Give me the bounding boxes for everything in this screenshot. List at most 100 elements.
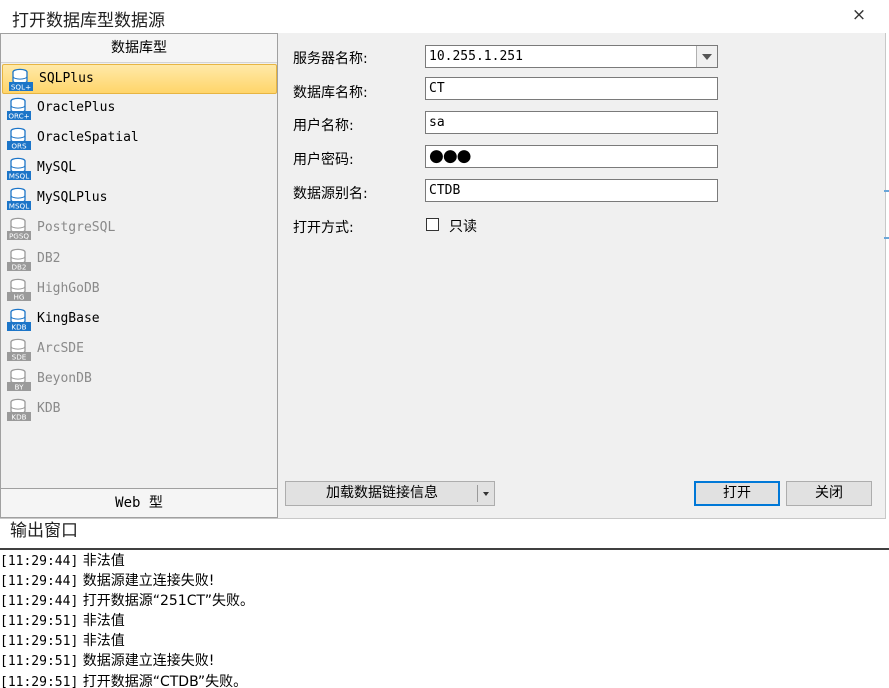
- log-timestamp: [11:29:51]: [0, 614, 79, 630]
- database-icon-text: KDB: [11, 412, 26, 421]
- database-type-item[interactable]: MSQL MySQL: [1, 154, 277, 184]
- database-type-header[interactable]: 数据库型: [1, 34, 277, 63]
- log-message: 数据源建立连接失败!: [78, 653, 215, 670]
- database-icon: KDB: [7, 398, 31, 421]
- readonly-checkbox[interactable]: [426, 218, 439, 231]
- log-line: [11:29:51] 打开数据源“CTDB”失败。: [0, 672, 889, 688]
- database-icon-text: DB2: [11, 262, 26, 271]
- database-type-list: SQL+ SQLPlus ORC+ OraclePlus ORS OracleSpatia…: [1, 64, 277, 425]
- database-type-label: SQLPlus: [39, 71, 94, 86]
- database-type-label: HighGoDB: [37, 280, 100, 296]
- database-icon-text: PGSQ: [9, 232, 29, 241]
- database-icon-text: SQL+: [11, 82, 31, 91]
- database-icon-text: HG: [14, 292, 25, 301]
- datasource-alias-input[interactable]: CTDB: [425, 179, 718, 202]
- password-label: 用户密码:: [293, 152, 354, 168]
- dropdown-arrow-icon[interactable]: [483, 492, 489, 496]
- database-type-item[interactable]: KDB KDB: [1, 395, 277, 425]
- database-type-item[interactable]: MSQL MySQLPlus: [1, 184, 277, 214]
- open-datasource-dialog: 打开数据库型数据源 × 数据库型 SQL+ SQLPlus ORC+ OraclePl…: [0, 0, 886, 519]
- server-name-value: 10.255.1.251: [429, 49, 523, 64]
- database-icon: BY: [7, 368, 31, 391]
- log-timestamp: [11:29:51]: [0, 634, 79, 650]
- log-line: [11:29:44] 打开数据源“251CT”失败。: [0, 591, 889, 611]
- database-type-label: MySQLPlus: [37, 190, 108, 206]
- password-input[interactable]: ●●●: [425, 145, 718, 168]
- database-icon: MSQL: [7, 158, 31, 181]
- datasource-alias-label: 数据源别名:: [293, 186, 368, 202]
- database-icon-text: KDB: [11, 322, 26, 331]
- log-message: 打开数据源“CTDB”失败。: [78, 673, 248, 688]
- database-icon-text: SDE: [12, 352, 27, 361]
- database-type-item[interactable]: SQL+ SQLPlus: [2, 64, 277, 95]
- database-icon-text: MSQL: [9, 202, 29, 211]
- database-type-label: OracleSpatial: [37, 130, 139, 146]
- database-type-label: BeyonDB: [37, 370, 92, 386]
- log-line: [11:29:44] 数据源建立连接失败!: [0, 571, 889, 591]
- log-message: 打开数据源“251CT”失败。: [78, 593, 254, 610]
- database-type-label: OraclePlus: [37, 100, 116, 116]
- log-timestamp: [11:29:51]: [0, 654, 79, 670]
- database-type-label: PostgreSQL: [37, 220, 116, 236]
- log-timestamp: [11:29:44]: [0, 594, 79, 610]
- database-type-item[interactable]: BY BeyonDB: [1, 365, 277, 395]
- database-icon: HG: [7, 278, 31, 301]
- chevron-down-icon[interactable]: [696, 46, 717, 67]
- split-separator: [477, 485, 478, 502]
- database-icon: ORS: [7, 127, 31, 150]
- database-icon: SDE: [7, 338, 31, 361]
- database-name-label: 数据库名称:: [293, 85, 368, 101]
- log-line: [11:29:51] 非法值: [0, 631, 889, 651]
- database-icon-text: BY: [15, 382, 25, 391]
- output-window-title: 输出窗口: [10, 521, 78, 541]
- open-mode-label: 打开方式:: [293, 220, 354, 236]
- database-type-label: KDB: [37, 401, 61, 417]
- web-type-label: Web 型: [115, 495, 163, 511]
- output-divider: [0, 548, 889, 550]
- database-icon: MSQL: [7, 188, 31, 211]
- log-timestamp: [11:29:51]: [0, 674, 79, 688]
- database-icon: SQL+: [9, 68, 33, 91]
- readonly-label[interactable]: 只读: [449, 216, 477, 236]
- log-timestamp: [11:29:44]: [0, 574, 79, 590]
- load-connection-info-label: 加载数据链接信息: [326, 485, 438, 501]
- database-type-label: DB2: [37, 250, 61, 266]
- log-message: 非法值: [78, 553, 125, 569]
- log-message: 非法值: [78, 633, 125, 650]
- log-message: 数据源建立连接失败!: [78, 573, 215, 590]
- output-log: [11:29:44] 非法值 [11:29:44] 数据源建立连接失败! [11:2…: [0, 551, 889, 688]
- log-line: [11:29:51] 非法值: [0, 611, 889, 631]
- dialog-titlebar: 打开数据库型数据源 ×: [0, 0, 886, 33]
- database-icon: ORC+: [7, 97, 31, 120]
- database-icon-text: ORC+: [8, 111, 29, 120]
- database-type-item[interactable]: SDE ArcSDE: [1, 335, 277, 365]
- web-type-header[interactable]: Web 型: [1, 488, 277, 517]
- database-type-item[interactable]: HG HighGoDB: [1, 275, 277, 305]
- dialog-title: 打开数据库型数据源: [12, 11, 165, 31]
- database-type-item[interactable]: ORS OracleSpatial: [1, 124, 277, 154]
- user-name-input[interactable]: sa: [425, 111, 718, 134]
- close-icon[interactable]: ×: [848, 4, 870, 26]
- database-type-item[interactable]: DB2 DB2: [1, 245, 277, 275]
- server-name-label: 服务器名称:: [293, 51, 368, 67]
- background-edge-mark: [884, 237, 889, 239]
- database-name-input[interactable]: CT: [425, 77, 718, 100]
- database-type-item[interactable]: KDB KingBase: [1, 305, 277, 335]
- log-message: 非法值: [78, 613, 125, 630]
- log-timestamp: [11:29:44]: [0, 554, 79, 569]
- close-button[interactable]: 关闭: [786, 481, 872, 506]
- database-type-item[interactable]: PGSQ PostgreSQL: [1, 214, 277, 244]
- log-line: [11:29:51] 数据源建立连接失败!: [0, 651, 889, 671]
- database-type-label: ArcSDE: [37, 340, 84, 356]
- database-type-label: KingBase: [37, 310, 100, 326]
- database-icon: PGSQ: [7, 218, 31, 241]
- load-connection-info-button[interactable]: 加载数据链接信息: [285, 481, 495, 506]
- database-icon: DB2: [7, 248, 31, 271]
- log-line: [11:29:44] 非法值: [0, 551, 889, 571]
- server-name-combo[interactable]: 10.255.1.251: [425, 45, 718, 68]
- user-name-label: 用户名称:: [293, 118, 354, 134]
- open-button[interactable]: 打开: [694, 481, 780, 506]
- database-type-item[interactable]: ORC+ OraclePlus: [1, 94, 277, 124]
- background-edge-mark: [884, 190, 889, 192]
- database-icon: KDB: [7, 308, 31, 331]
